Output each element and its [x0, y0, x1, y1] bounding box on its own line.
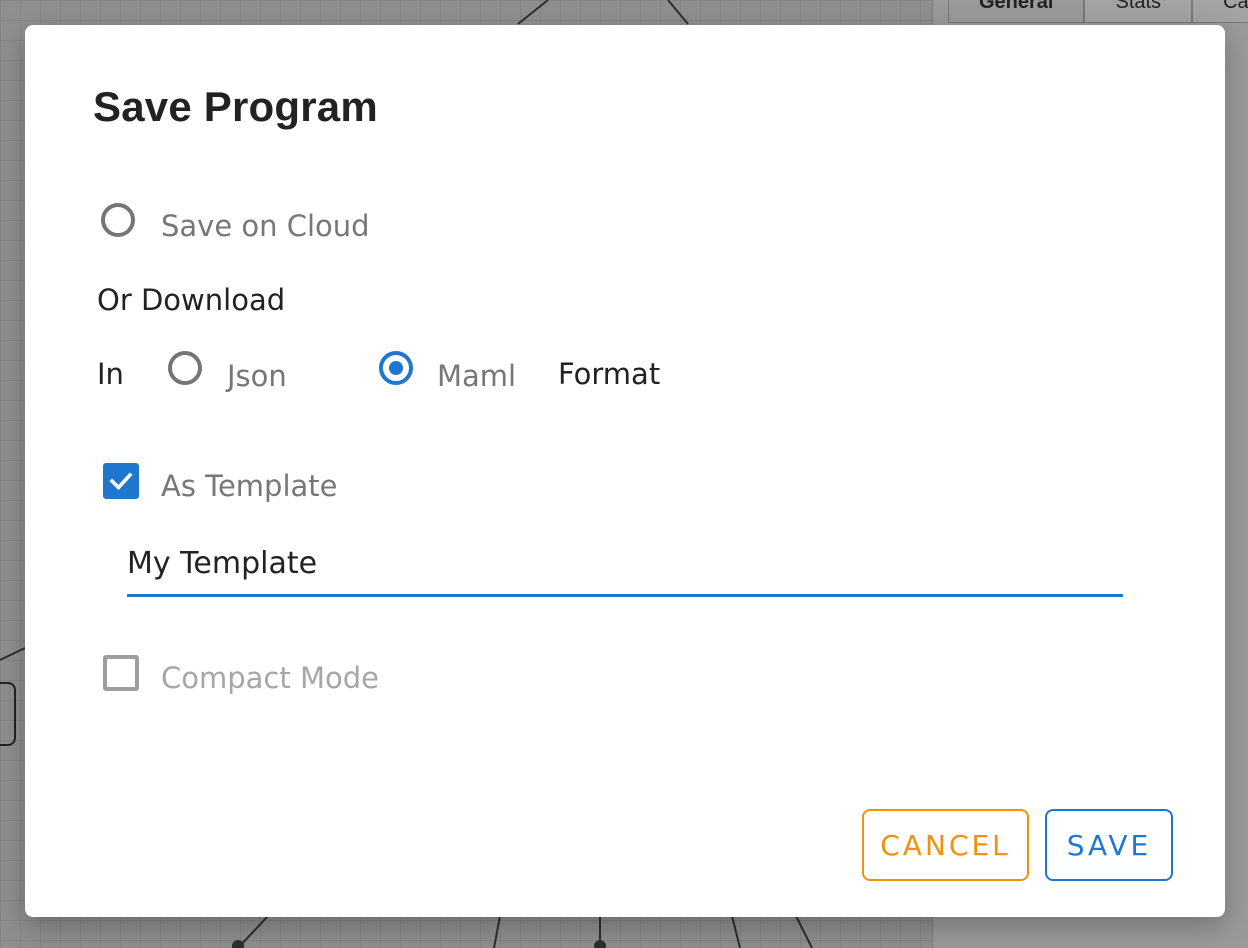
- canvas-edge: [795, 915, 813, 948]
- checkmark-icon: [109, 472, 133, 491]
- canvas-edge: [517, 0, 549, 25]
- template-name-input[interactable]: [127, 539, 1123, 597]
- save-on-cloud-radio[interactable]: [101, 203, 135, 237]
- as-template-checkbox[interactable]: [103, 463, 139, 499]
- properties-tabs: General Stats Ca: [948, 0, 1248, 24]
- canvas-edge: [667, 0, 689, 25]
- dialog-title: Save Program: [93, 83, 378, 130]
- tab-general: General: [948, 0, 1085, 23]
- json-label[interactable]: Json: [227, 359, 287, 393]
- canvas-edge: [0, 647, 26, 661]
- format-label: Format: [558, 357, 661, 391]
- save-button[interactable]: SAVE: [1045, 809, 1173, 881]
- canvas-edge: [731, 915, 741, 948]
- save-program-dialog: Save Program Save on Cloud Or Download I…: [25, 25, 1225, 917]
- save-on-cloud-label[interactable]: Save on Cloud: [161, 209, 370, 243]
- canvas-port: [594, 940, 606, 948]
- compact-mode-label[interactable]: Compact Mode: [161, 661, 379, 695]
- cancel-button[interactable]: CANCEL: [862, 809, 1029, 881]
- tab-stats: Stats: [1084, 0, 1193, 23]
- maml-label[interactable]: Maml: [437, 359, 516, 393]
- or-download-label: Or Download: [97, 283, 286, 317]
- tab-ca: Ca: [1192, 0, 1248, 23]
- json-radio[interactable]: [168, 351, 202, 385]
- canvas-port: [232, 940, 244, 948]
- canvas-node: [0, 682, 16, 746]
- maml-radio[interactable]: [379, 351, 413, 385]
- compact-mode-checkbox[interactable]: [103, 655, 139, 691]
- in-label: In: [97, 357, 124, 391]
- as-template-label[interactable]: As Template: [161, 469, 338, 503]
- canvas-edge: [493, 915, 501, 948]
